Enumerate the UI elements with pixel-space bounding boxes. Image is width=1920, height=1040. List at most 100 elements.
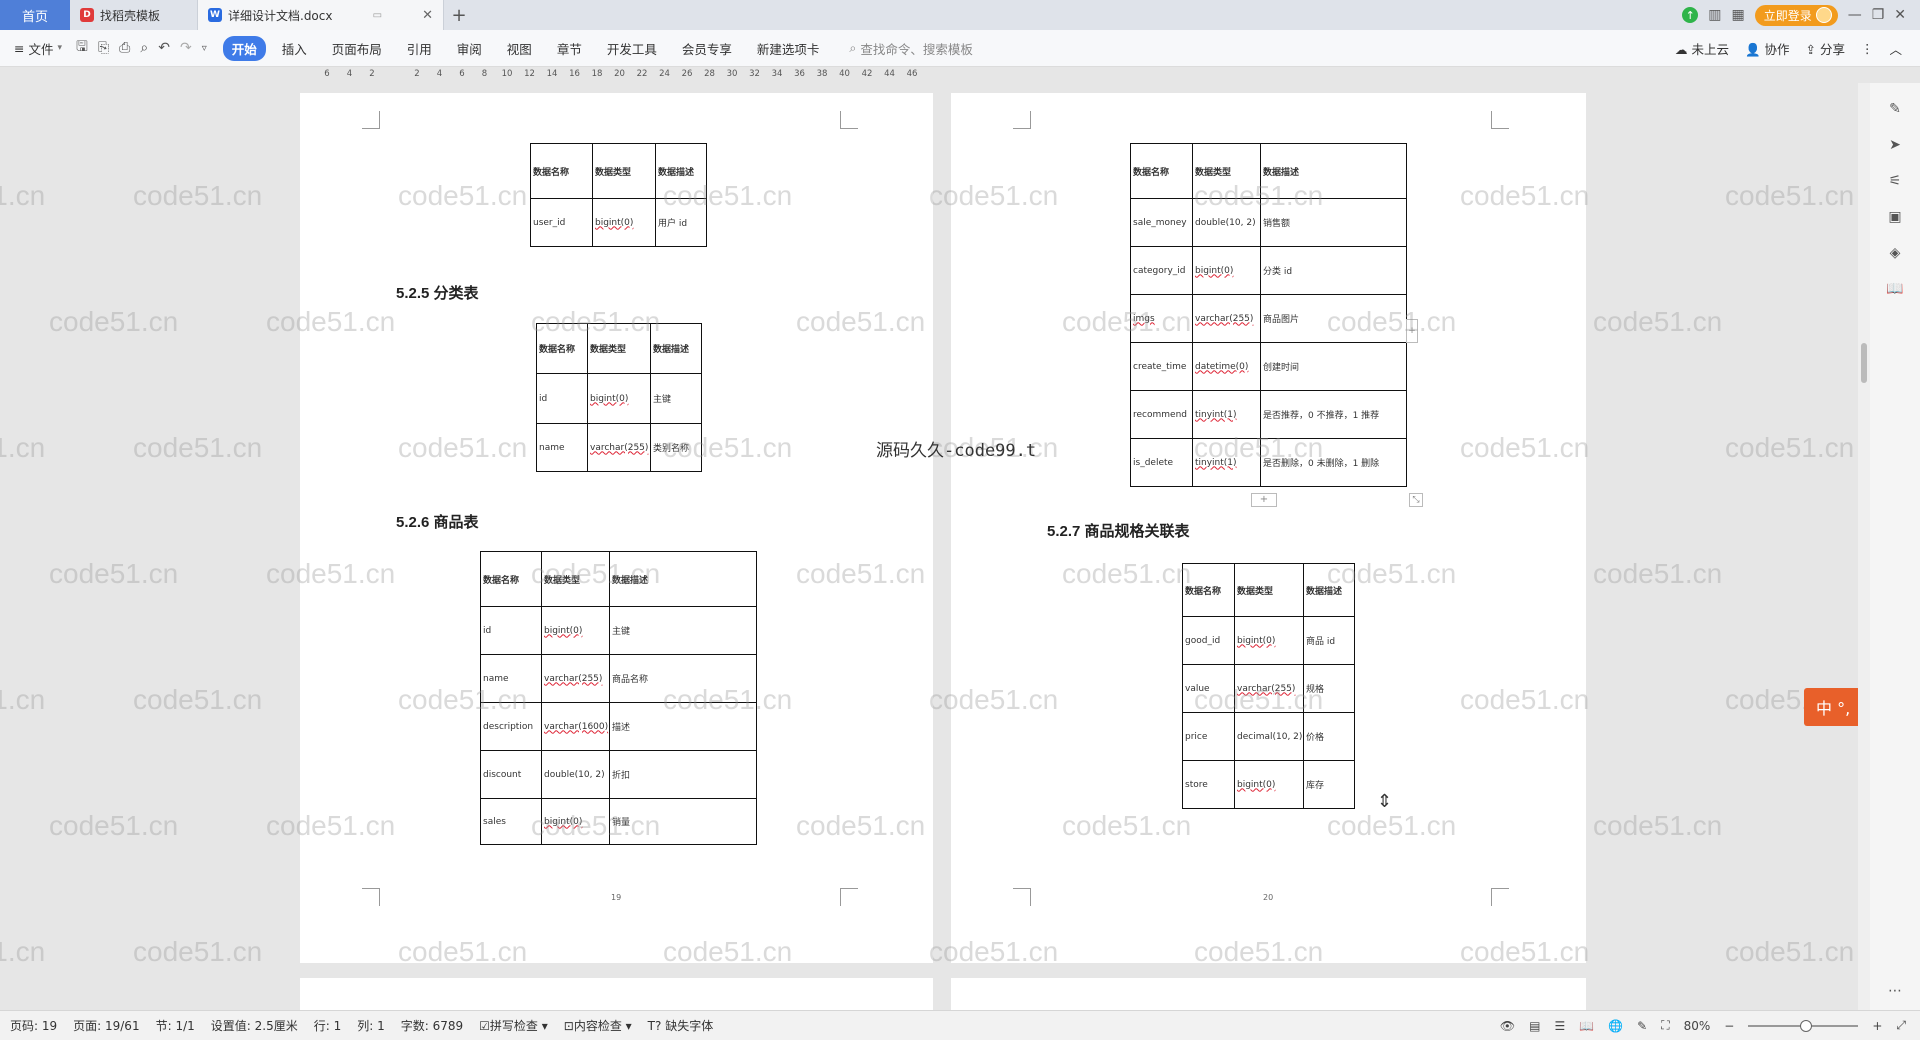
fit-page-icon[interactable]: ⛶ bbox=[1661, 1018, 1669, 1033]
menu-tab-new[interactable]: 新建选项卡 bbox=[748, 36, 829, 61]
status-right: 👁 ▤ ☰ 📖 🌐 ✎ ⛶ 80% − + ⤢ bbox=[1500, 1018, 1920, 1033]
zoom-level[interactable]: 80% bbox=[1684, 1019, 1711, 1033]
new-tab-button[interactable]: + bbox=[444, 0, 474, 30]
apps-grid-icon[interactable]: ▦ bbox=[1731, 7, 1744, 23]
outline-view-icon[interactable]: ☰ bbox=[1554, 1019, 1565, 1033]
restore-icon[interactable]: ❐ bbox=[1872, 7, 1885, 23]
field-desc: 是否删除，0 未删除，1 删除 bbox=[1260, 438, 1407, 487]
table-row: id bigint(0) 主键 bbox=[480, 606, 757, 655]
status-setting[interactable]: 设置值: 2.5厘米 bbox=[211, 1017, 298, 1034]
save-icon[interactable]: 🖫 bbox=[76, 36, 88, 60]
close-window-icon[interactable]: ✕ bbox=[1894, 7, 1906, 23]
more-tools-icon[interactable]: ⋯ bbox=[1886, 983, 1904, 1001]
undo-icon[interactable]: ↶ bbox=[158, 40, 170, 56]
print-icon[interactable]: ⎙ bbox=[119, 40, 130, 56]
tab-home[interactable]: 首页 bbox=[0, 0, 70, 30]
image-icon[interactable]: ▣ bbox=[1886, 209, 1904, 227]
col-header-desc: 数据描述 bbox=[609, 551, 757, 607]
watermark: code51.cn bbox=[1593, 558, 1723, 589]
horizontal-ruler[interactable]: 6 4 2 2 4 6 8 10 12 14 16 18 20 22 24 26 28 30 32 34 36 38 40 4… bbox=[300, 67, 940, 83]
col-header-name: 数据名称 bbox=[536, 323, 588, 374]
watermark: code51.cn bbox=[0, 432, 46, 463]
table-row: good_id bigint(0) 商品 id bbox=[1182, 616, 1355, 665]
layout-icon[interactable]: ▥ bbox=[1708, 7, 1721, 23]
update-icon[interactable]: ↑ bbox=[1682, 7, 1699, 23]
menu-tab-chapter[interactable]: 章节 bbox=[548, 36, 591, 61]
share-button[interactable]: ⇪ 分享 bbox=[1806, 39, 1845, 58]
close-tab-icon[interactable]: ✕ bbox=[422, 8, 433, 23]
field-desc: 分类 id bbox=[1260, 246, 1407, 295]
menu-tab-member[interactable]: 会员专享 bbox=[673, 36, 741, 61]
cloud-status[interactable]: ☁ 未上云 bbox=[1675, 39, 1729, 58]
field-type: bigint(0) bbox=[541, 798, 610, 845]
field-type: varchar(255) bbox=[587, 423, 651, 472]
crop-mark bbox=[1491, 111, 1509, 129]
ime-label: 中 °, bbox=[1816, 699, 1851, 718]
field-type: bigint(0) bbox=[1192, 246, 1261, 295]
menu-tab-references[interactable]: 引用 bbox=[398, 36, 441, 61]
zoom-slider[interactable] bbox=[1748, 1019, 1859, 1032]
status-page[interactable]: 页面: 19/61 bbox=[73, 1017, 139, 1034]
table-user-tail: 数据名称 数据类型 数据描述 user_id bigint(0) 用户 id bbox=[530, 143, 707, 247]
command-search[interactable]: ⌕ 查找命令、搜索模板 bbox=[849, 39, 973, 58]
scrollbar-thumb[interactable] bbox=[1861, 343, 1867, 383]
book-icon[interactable]: 📖 bbox=[1886, 281, 1904, 299]
menu-tab-view[interactable]: 视图 bbox=[498, 36, 541, 61]
field-name: store bbox=[1182, 760, 1235, 809]
watermark: code51.cn bbox=[1725, 180, 1855, 211]
zoom-in-icon[interactable]: + bbox=[1872, 1019, 1882, 1033]
select-icon[interactable]: ➤ bbox=[1886, 137, 1904, 155]
watermark: code51.cn bbox=[133, 180, 263, 211]
vertical-scrollbar[interactable] bbox=[1858, 83, 1870, 1010]
web-view-icon[interactable]: 🌐 bbox=[1608, 1019, 1623, 1033]
spell-check-button[interactable]: ☑拼写检查 ▾ bbox=[479, 1017, 548, 1034]
field-name: price bbox=[1182, 712, 1235, 761]
export-icon[interactable]: ⎘ bbox=[98, 40, 109, 56]
collapse-ribbon-icon[interactable]: ︿ bbox=[1889, 39, 1902, 58]
field-type: double(10, 2) bbox=[1192, 198, 1261, 247]
watermark: code51.cn bbox=[266, 83, 395, 85]
zoom-out-icon[interactable]: − bbox=[1724, 1019, 1734, 1033]
minimize-icon[interactable]: — bbox=[1848, 7, 1862, 23]
page-view-icon[interactable]: ▤ bbox=[1529, 1019, 1540, 1033]
menu-tab-developer[interactable]: 开发工具 bbox=[598, 36, 666, 61]
menu-tab-home[interactable]: 开始 bbox=[222, 35, 266, 61]
customize-icon[interactable]: ▿ bbox=[202, 43, 207, 54]
location-icon[interactable]: ◈ bbox=[1886, 245, 1904, 263]
menu-tab-review[interactable]: 审阅 bbox=[448, 36, 491, 61]
add-row-icon[interactable]: + bbox=[1251, 493, 1277, 507]
menu-tab-layout[interactable]: 页面布局 bbox=[323, 36, 391, 61]
zoom-slider-knob[interactable] bbox=[1800, 1019, 1813, 1032]
eye-protect-icon[interactable]: 👁 bbox=[1500, 1019, 1515, 1033]
field-name: category_id bbox=[1130, 246, 1193, 295]
preview-icon[interactable]: ⌕ bbox=[140, 40, 148, 56]
section-heading-527: 5.2.7 商品规格关联表 bbox=[1047, 523, 1190, 540]
expand-icon[interactable]: ⤢ bbox=[1896, 1018, 1906, 1033]
file-menu[interactable]: ≡ 文件 ▾ bbox=[14, 39, 62, 58]
redo-icon[interactable]: ↷ bbox=[180, 40, 192, 56]
window-icon[interactable]: ▭ bbox=[373, 10, 382, 21]
crop-mark bbox=[1013, 111, 1031, 129]
login-button[interactable]: 立即登录 bbox=[1754, 4, 1838, 26]
status-words[interactable]: 字数: 6789 bbox=[401, 1017, 463, 1034]
reading-view-icon[interactable]: 📖 bbox=[1579, 1019, 1594, 1033]
tab-document[interactable]: W 详细设计文档.docx ▭ ✕ bbox=[198, 0, 444, 30]
status-page-code[interactable]: 页码: 19 bbox=[10, 1017, 57, 1034]
resize-table-icon[interactable]: ⤡ bbox=[1409, 493, 1423, 507]
tab-template[interactable]: D 找稻壳模板 bbox=[70, 0, 198, 30]
status-section[interactable]: 节: 1/1 bbox=[156, 1017, 195, 1034]
field-name: discount bbox=[480, 750, 542, 799]
page-number: 20 bbox=[1263, 893, 1274, 902]
content-check-button[interactable]: ⊡内容检查 ▾ bbox=[564, 1017, 632, 1034]
watermark: code51.cn bbox=[0, 684, 46, 715]
ruler-tick: 40 bbox=[839, 69, 850, 79]
add-column-icon[interactable]: + bbox=[1406, 319, 1418, 343]
collab-button[interactable]: 👤 协作 bbox=[1745, 39, 1790, 58]
menu-tab-insert[interactable]: 插入 bbox=[273, 36, 316, 61]
write-view-icon[interactable]: ✎ bbox=[1637, 1019, 1647, 1033]
status-col: 列: 1 bbox=[357, 1019, 385, 1033]
more-icon[interactable]: ⋮ bbox=[1861, 41, 1874, 56]
missing-font-button[interactable]: T? 缺失字体 bbox=[648, 1017, 714, 1034]
pen-icon[interactable]: ✎ bbox=[1886, 101, 1904, 119]
adjust-icon[interactable]: ⚟ bbox=[1886, 173, 1904, 191]
